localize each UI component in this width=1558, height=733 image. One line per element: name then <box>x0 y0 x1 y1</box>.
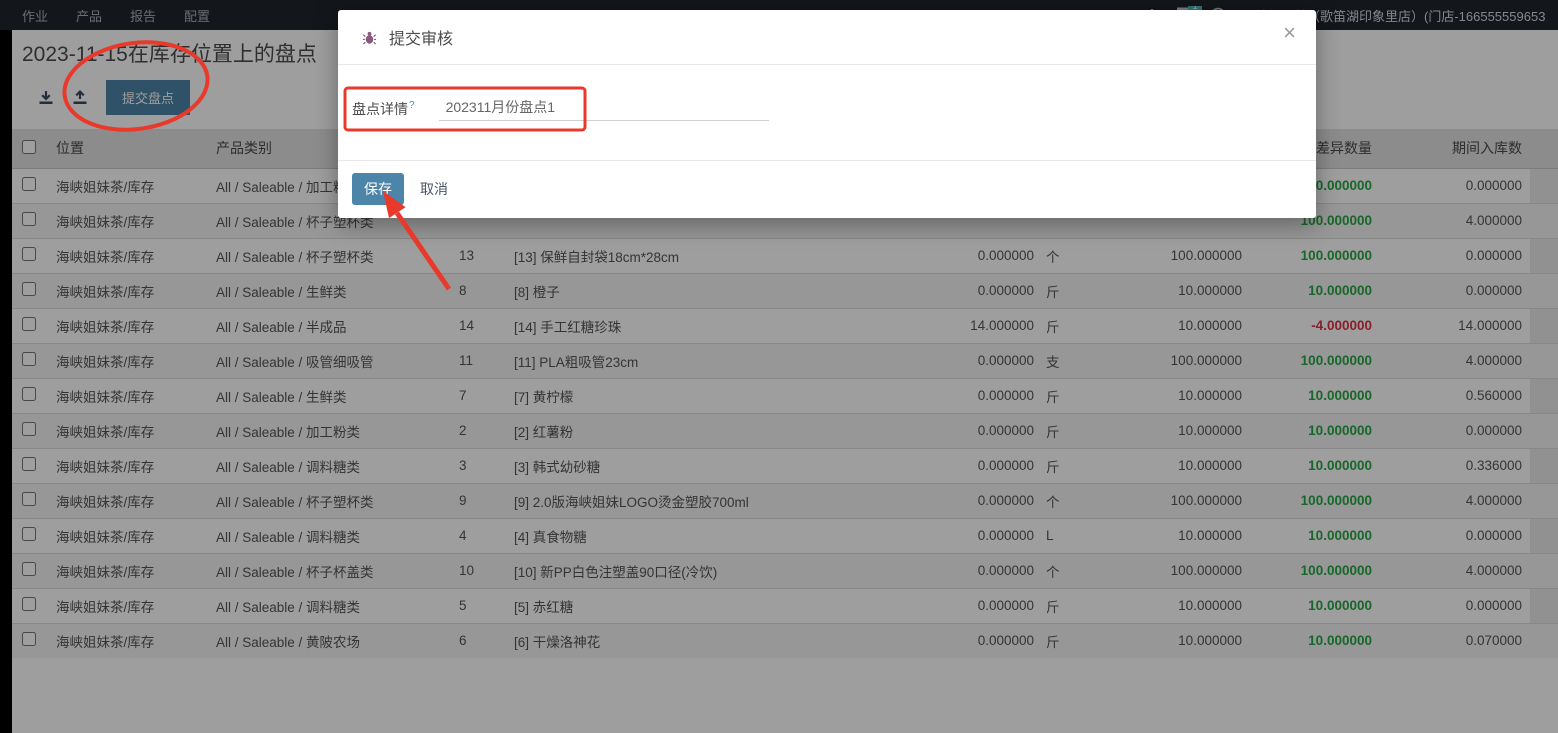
field-help-icon: ? <box>409 100 415 111</box>
inventory-detail-input[interactable] <box>439 97 769 121</box>
modal-header: 提交审核 × <box>338 10 1316 65</box>
bug-icon <box>362 30 377 45</box>
inventory-detail-label: 盘点详情? <box>352 99 415 119</box>
submit-review-modal: 提交审核 × 盘点详情? 保存 取消 <box>338 10 1316 218</box>
cancel-button[interactable]: 取消 <box>420 179 448 199</box>
modal-body: 盘点详情? <box>338 65 1316 121</box>
modal-footer: 保存 取消 <box>338 160 1316 205</box>
modal-title: 提交审核 <box>389 25 453 49</box>
close-icon[interactable]: × <box>1283 22 1296 44</box>
save-button[interactable]: 保存 <box>352 173 404 205</box>
